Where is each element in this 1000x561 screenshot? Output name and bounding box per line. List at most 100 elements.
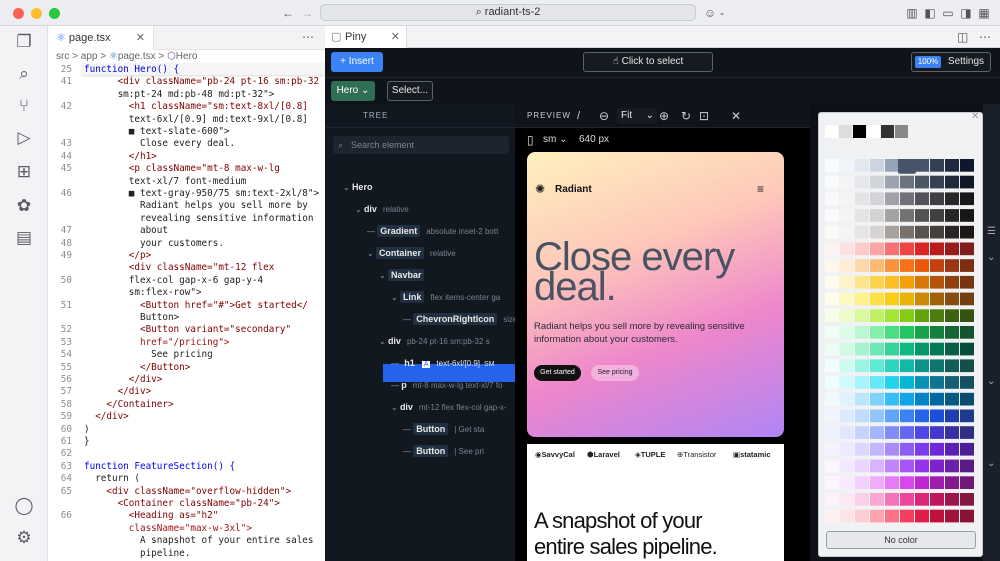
color-swatch[interactable] bbox=[855, 225, 869, 239]
color-swatch[interactable] bbox=[855, 175, 869, 189]
color-swatch[interactable] bbox=[885, 493, 899, 506]
color-swatch[interactable] bbox=[915, 359, 929, 373]
recent-color-swatch[interactable] bbox=[853, 125, 866, 138]
chevron-down-icon[interactable]: ⌄ bbox=[343, 183, 352, 192]
color-swatch[interactable] bbox=[885, 426, 899, 439]
explorer-icon[interactable]: ❐ bbox=[12, 30, 36, 54]
layout-panel-icon[interactable]: ▥ bbox=[904, 5, 920, 21]
code-area[interactable]: function Hero() { <div className="pb-24 … bbox=[48, 64, 325, 561]
color-swatch[interactable] bbox=[870, 309, 884, 322]
fit-zoom-select[interactable]: Fit ⌄ bbox=[617, 108, 657, 124]
color-swatch[interactable] bbox=[855, 342, 869, 356]
color-swatch[interactable] bbox=[825, 159, 839, 172]
color-swatch[interactable] bbox=[885, 209, 899, 222]
color-swatch[interactable] bbox=[855, 292, 869, 306]
color-swatch[interactable] bbox=[840, 442, 854, 456]
color-swatch[interactable] bbox=[900, 442, 914, 456]
color-swatch[interactable] bbox=[840, 493, 854, 506]
color-swatch[interactable] bbox=[930, 192, 944, 206]
color-swatch[interactable] bbox=[885, 376, 899, 389]
chevron-down-icon[interactable]: ⌄ bbox=[714, 5, 730, 21]
color-swatch[interactable] bbox=[825, 192, 839, 206]
source-control-icon[interactable]: ⑂ bbox=[12, 94, 36, 118]
color-swatch[interactable] bbox=[915, 409, 929, 423]
minimize-window-button[interactable] bbox=[31, 8, 42, 19]
chevron-down-icon[interactable]: ⌄ bbox=[987, 252, 995, 263]
color-swatch[interactable] bbox=[930, 459, 944, 473]
color-swatch[interactable] bbox=[825, 259, 839, 272]
run-debug-icon[interactable]: ▷ bbox=[12, 126, 36, 150]
color-swatch[interactable] bbox=[960, 476, 974, 489]
color-swatch[interactable] bbox=[960, 192, 974, 206]
color-swatch[interactable] bbox=[900, 476, 914, 489]
dash-icon[interactable]: — bbox=[367, 227, 377, 236]
select-element-button[interactable]: Select... bbox=[387, 81, 433, 101]
color-swatch[interactable] bbox=[870, 192, 884, 206]
color-swatch[interactable] bbox=[855, 442, 869, 456]
color-swatch[interactable] bbox=[930, 442, 944, 456]
color-swatch[interactable] bbox=[915, 192, 929, 206]
color-swatch[interactable] bbox=[855, 376, 869, 389]
tree-row-div[interactable]: ⌄ div mt-12 flex flex-col gap-x- bbox=[391, 398, 507, 416]
color-swatch[interactable] bbox=[885, 175, 899, 189]
color-swatch[interactable] bbox=[900, 392, 914, 406]
color-swatch[interactable] bbox=[915, 175, 929, 189]
color-swatch[interactable] bbox=[840, 476, 854, 489]
color-swatch[interactable] bbox=[900, 242, 914, 256]
color-swatch[interactable] bbox=[825, 275, 839, 289]
color-swatch[interactable] bbox=[930, 159, 944, 172]
component-selector-dropdown[interactable]: Hero ⌄ bbox=[331, 81, 375, 101]
color-swatch[interactable] bbox=[840, 342, 854, 356]
color-swatch[interactable] bbox=[960, 292, 974, 306]
chevron-down-icon[interactable]: ⌄ bbox=[391, 293, 400, 302]
no-color-button[interactable]: No color bbox=[826, 531, 976, 549]
search-icon[interactable]: ⌕ bbox=[12, 62, 36, 86]
dash-icon[interactable]: — bbox=[403, 447, 413, 456]
color-swatch[interactable] bbox=[960, 426, 974, 439]
color-swatch[interactable] bbox=[855, 359, 869, 373]
color-swatch[interactable] bbox=[930, 342, 944, 356]
color-swatch[interactable] bbox=[945, 292, 959, 306]
color-swatch[interactable] bbox=[885, 476, 899, 489]
color-swatch[interactable] bbox=[915, 376, 929, 389]
color-swatch[interactable] bbox=[885, 225, 899, 239]
color-swatch[interactable] bbox=[870, 442, 884, 456]
color-swatch[interactable] bbox=[855, 459, 869, 473]
color-swatch[interactable] bbox=[825, 493, 839, 506]
color-swatch[interactable] bbox=[870, 459, 884, 473]
dash-icon[interactable]: — bbox=[391, 359, 401, 368]
color-swatch[interactable] bbox=[840, 242, 854, 256]
zoom-window-button[interactable] bbox=[49, 8, 60, 19]
color-swatch[interactable] bbox=[900, 275, 914, 289]
menu-icon[interactable]: ≡ bbox=[757, 182, 764, 196]
color-swatch[interactable] bbox=[840, 509, 854, 523]
color-swatch[interactable] bbox=[930, 275, 944, 289]
color-swatch[interactable] bbox=[840, 426, 854, 439]
color-swatch[interactable] bbox=[840, 225, 854, 239]
color-swatch[interactable] bbox=[945, 242, 959, 256]
color-swatch[interactable] bbox=[885, 442, 899, 456]
color-swatch[interactable] bbox=[855, 275, 869, 289]
color-swatch[interactable] bbox=[855, 392, 869, 406]
color-swatch[interactable] bbox=[840, 326, 854, 339]
color-swatch[interactable] bbox=[855, 409, 869, 423]
color-swatch[interactable] bbox=[945, 326, 959, 339]
color-swatch[interactable] bbox=[945, 342, 959, 356]
settings-button[interactable]: 100% Settings bbox=[911, 52, 991, 72]
color-swatch[interactable] bbox=[855, 309, 869, 322]
color-swatch[interactable] bbox=[930, 292, 944, 306]
color-swatch[interactable] bbox=[930, 476, 944, 489]
color-swatch[interactable] bbox=[915, 326, 929, 339]
color-swatch[interactable] bbox=[900, 309, 914, 322]
chevron-down-icon[interactable]: ⌄ bbox=[367, 249, 376, 258]
tree-row-p[interactable]: — p mt-8 max-w-lg text-xl/7 fo bbox=[391, 376, 503, 394]
color-swatch[interactable] bbox=[870, 175, 884, 189]
tree-row-chevronrighticon[interactable]: — ChevronRightIcon size bbox=[403, 310, 517, 328]
color-swatch[interactable] bbox=[825, 175, 839, 189]
color-swatch[interactable] bbox=[960, 376, 974, 389]
color-swatch[interactable] bbox=[945, 409, 959, 423]
color-swatch[interactable] bbox=[870, 326, 884, 339]
color-swatch[interactable] bbox=[840, 192, 854, 206]
color-swatch[interactable] bbox=[945, 192, 959, 206]
close-tab-icon[interactable]: ✕ bbox=[391, 26, 400, 48]
